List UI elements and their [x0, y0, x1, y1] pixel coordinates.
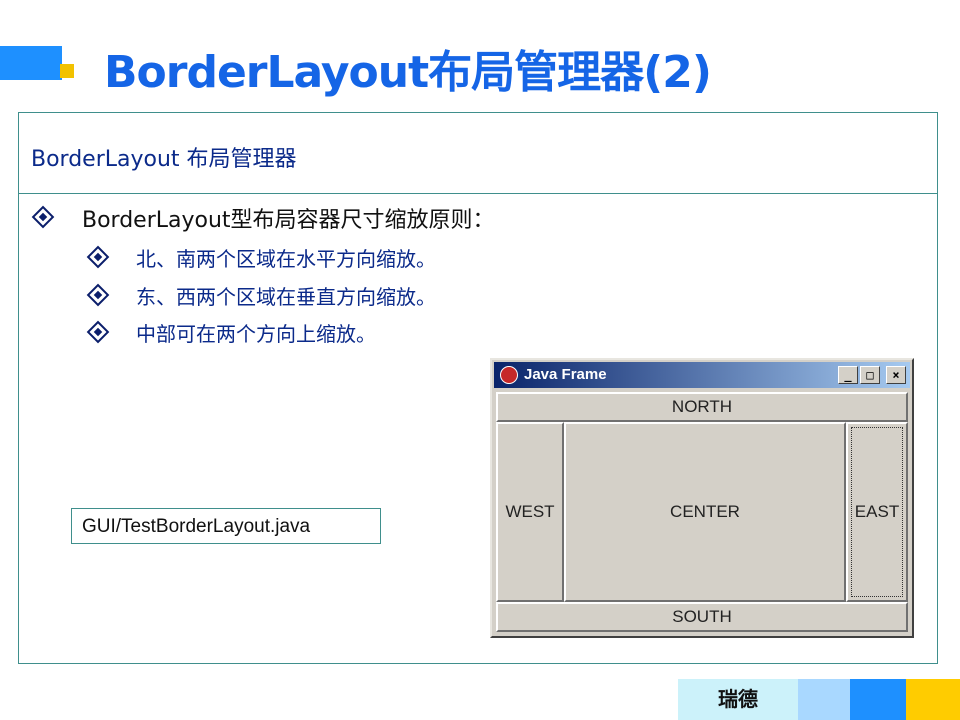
- window-title-bar[interactable]: Java Frame _ □ ×: [494, 362, 910, 388]
- main-bullet-text: BorderLayout型布局容器尺寸缩放原则：: [82, 208, 495, 233]
- minimize-button[interactable]: _: [838, 366, 858, 384]
- title-accent-square: [60, 64, 74, 78]
- east-button[interactable]: EAST: [846, 422, 908, 602]
- south-button[interactable]: SOUTH: [496, 602, 908, 632]
- java-cup-icon: [500, 366, 518, 384]
- sub-bullet-text: 北、南两个区域在水平方向缩放。: [136, 247, 436, 271]
- close-button[interactable]: ×: [886, 366, 906, 384]
- title-accent-bar: [0, 46, 62, 80]
- center-button[interactable]: CENTER: [564, 422, 846, 602]
- footer-brand: 瑞德: [678, 679, 798, 720]
- panel-heading: BorderLayout 布局管理器: [31, 147, 297, 172]
- maximize-button[interactable]: □: [860, 366, 880, 384]
- north-button[interactable]: NORTH: [496, 392, 908, 422]
- focus-ring: [851, 427, 903, 597]
- footer-color-block: [798, 679, 850, 720]
- footer-color-block: [850, 679, 906, 720]
- java-frame-window: Java Frame _ □ × NORTH WEST CENTER EAST …: [490, 358, 914, 638]
- file-path-label: GUI/TestBorderLayout.java: [71, 508, 381, 544]
- slide-title: BorderLayout布局管理器(2): [104, 47, 712, 98]
- sub-bullet-text: 中部可在两个方向上缩放。: [136, 322, 376, 346]
- footer-color-block: [906, 679, 960, 720]
- sub-bullet-text: 东、西两个区域在垂直方向缩放。: [136, 285, 436, 309]
- west-button[interactable]: WEST: [496, 422, 564, 602]
- window-title: Java Frame: [524, 366, 607, 383]
- panel-header: BorderLayout 布局管理器: [19, 113, 937, 194]
